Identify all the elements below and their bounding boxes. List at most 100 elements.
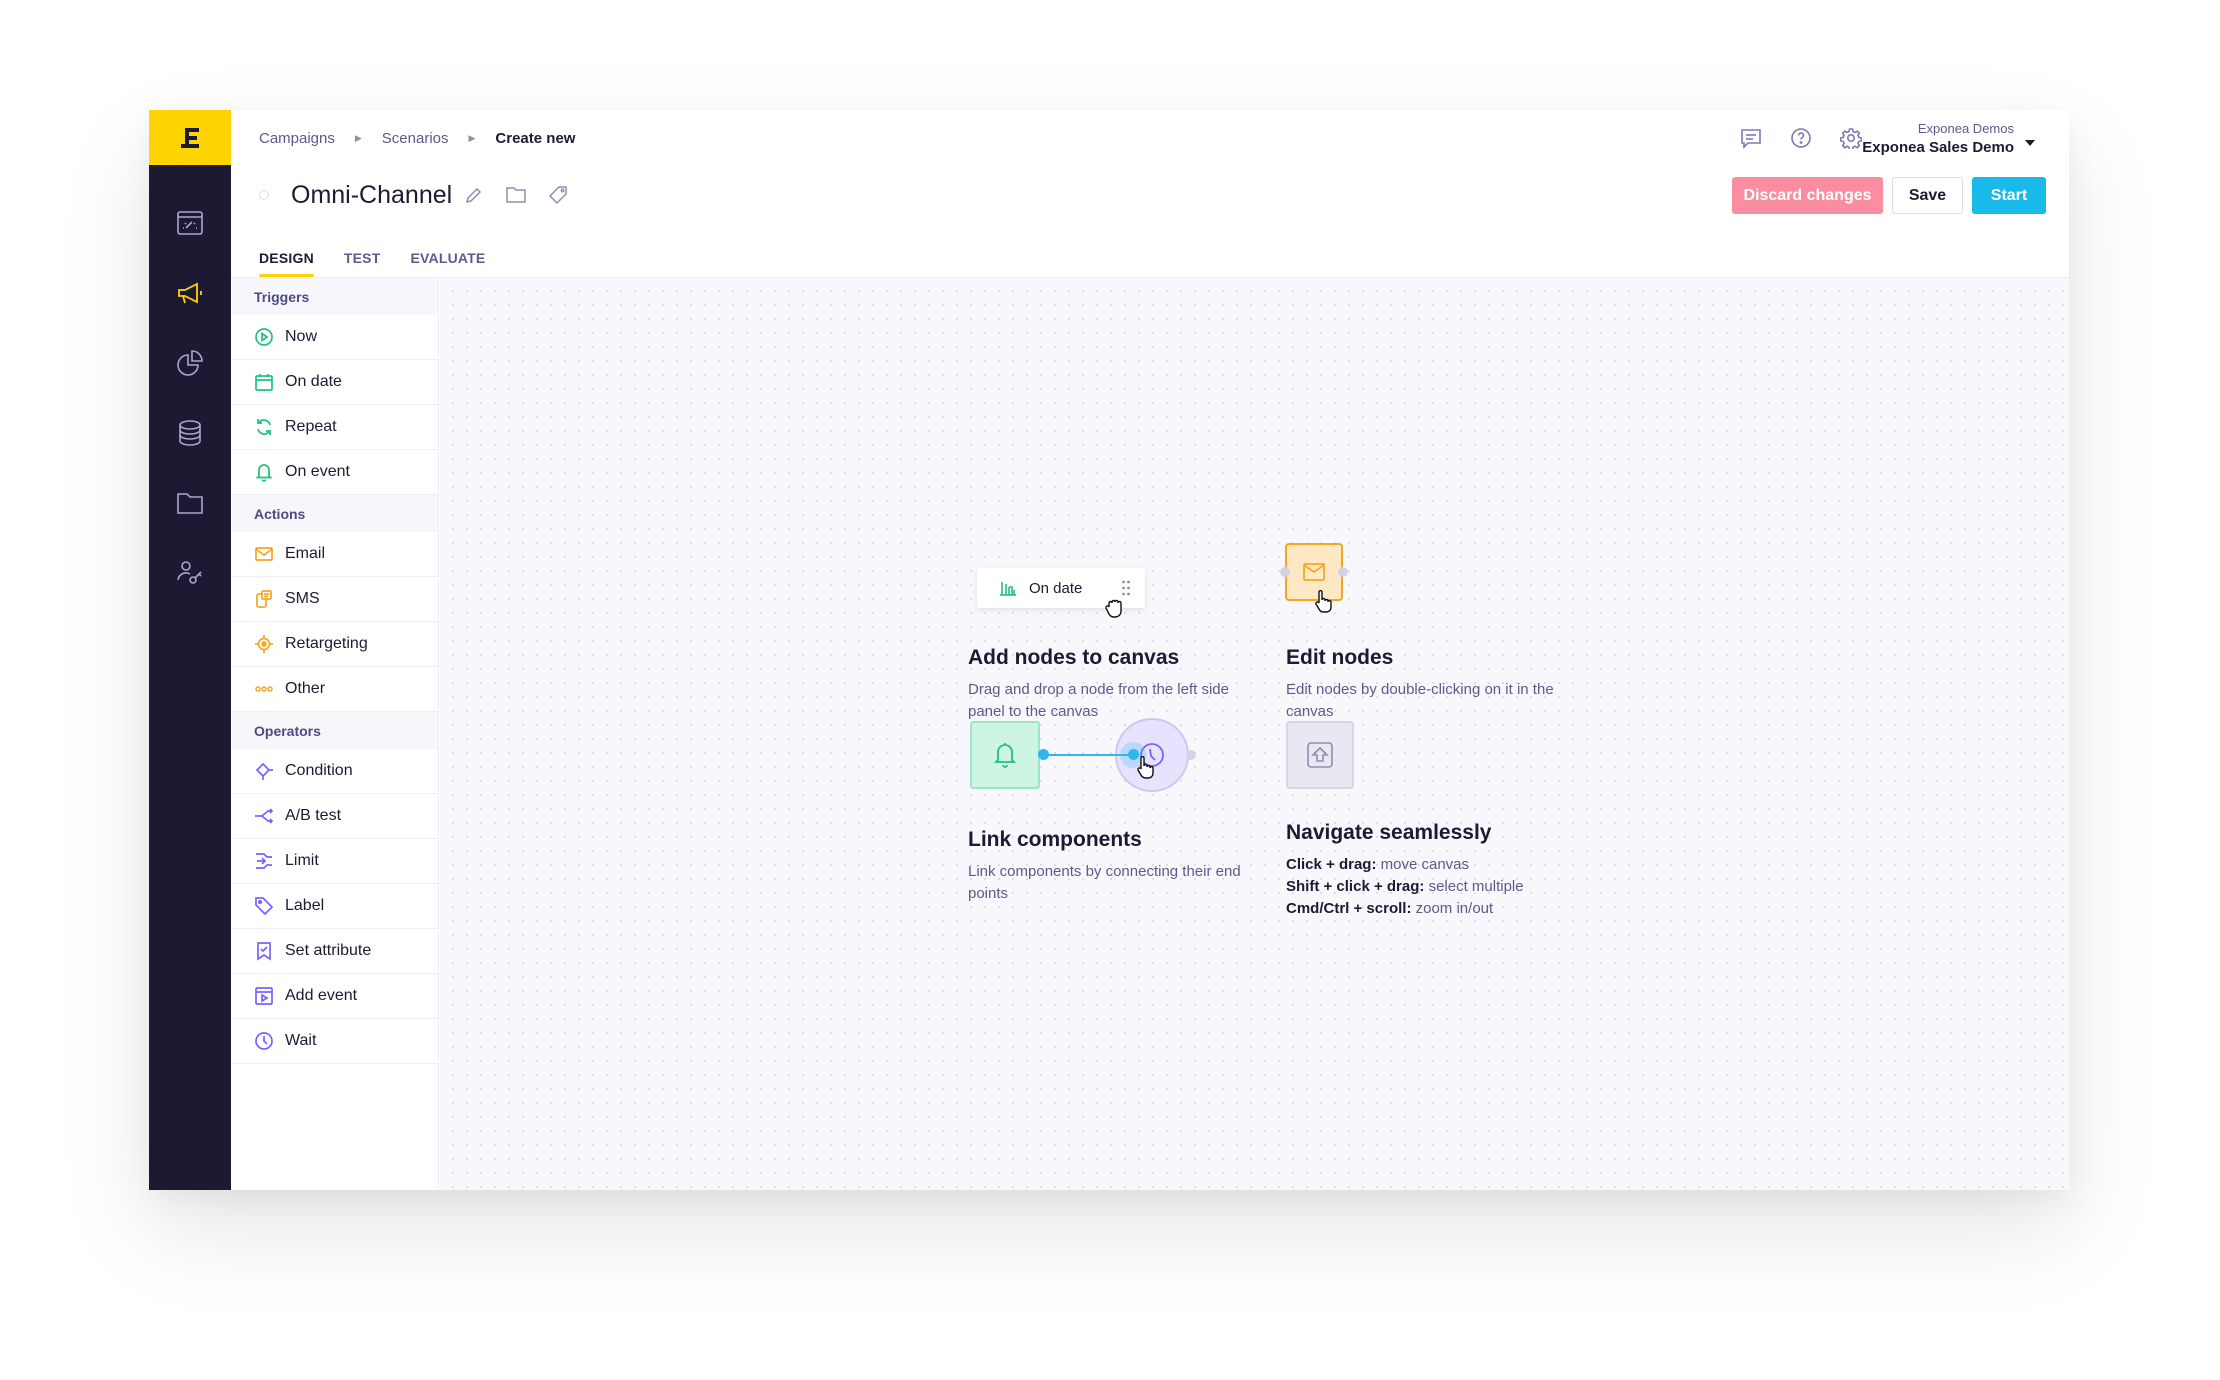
breadcrumb-scenarios[interactable]: Scenarios: [382, 130, 449, 147]
shortcut-action: zoom in/out: [1415, 900, 1494, 917]
node-item-label: Label: [285, 897, 325, 914]
account-project: Exponea Sales Demo: [1862, 139, 2014, 156]
node-item-label: Condition: [285, 762, 353, 779]
target-icon: [255, 635, 273, 653]
bell-icon: [255, 464, 273, 482]
node-item-set-attribute[interactable]: Set attribute: [232, 929, 438, 974]
add-tag-button[interactable]: [546, 183, 570, 207]
tip-title: Link components: [968, 828, 1142, 851]
pencil-icon: [466, 187, 482, 204]
node-panel: Triggers Now On date Repeat On event Act…: [232, 278, 439, 1190]
caret-down-icon: [2025, 140, 2035, 146]
save-button[interactable]: Save: [1892, 177, 1963, 214]
node-port-out: [1186, 750, 1196, 760]
node-item-email[interactable]: Email: [232, 532, 438, 577]
tip-edit-nodes: Edit nodes Edit nodes by double-clicking…: [1286, 646, 1576, 723]
node-item-repeat[interactable]: Repeat: [232, 405, 438, 450]
sms-icon: [256, 590, 272, 608]
shortcut-line: Cmd/Ctrl + scroll: zoom in/out: [1286, 898, 1606, 920]
logo[interactable]: [149, 110, 231, 165]
node-item-label: Email: [285, 545, 326, 562]
help-button[interactable]: [1789, 126, 1813, 150]
tab-design[interactable]: DESIGN: [259, 250, 314, 277]
shortcut-key: Shift + click + drag:: [1286, 878, 1425, 895]
action-buttons: Discard changes Save Start: [1732, 177, 2046, 214]
email-icon: [1303, 563, 1325, 581]
dashboard-icon: [177, 211, 203, 235]
node-item-now[interactable]: Now: [232, 315, 438, 360]
node-item-limit[interactable]: Limit: [232, 839, 438, 884]
tag-icon: [255, 897, 274, 916]
node-item-label: A/B test: [285, 807, 342, 824]
folder-icon: [177, 493, 203, 514]
rail-item-assets[interactable]: [149, 483, 231, 523]
example-event-node: [970, 721, 1040, 789]
move-folder-button[interactable]: [504, 183, 528, 207]
user-key-icon: [177, 561, 202, 584]
node-item-retargeting[interactable]: Retargeting: [232, 622, 438, 667]
database-icon: [179, 420, 201, 446]
tip-navigate: Navigate seamlessly Click + drag: move c…: [1286, 821, 1606, 920]
example-node-label: On date: [1029, 579, 1083, 597]
account-switcher[interactable]: Exponea Demos Exponea Sales Demo: [1862, 120, 2038, 158]
node-item-ab-test[interactable]: A/B test: [232, 794, 438, 839]
pie-chart-icon: [177, 350, 203, 376]
rail-item-campaigns[interactable]: [149, 273, 231, 313]
node-item-label-node[interactable]: Label: [232, 884, 438, 929]
move-icon: [1307, 742, 1333, 768]
node-item-label: Add event: [285, 987, 358, 1004]
node-item-label: On event: [285, 463, 350, 480]
node-item-wait[interactable]: Wait: [232, 1019, 438, 1064]
rail-item-access[interactable]: [149, 553, 231, 593]
pointer-cursor-icon: [1315, 590, 1332, 613]
tip-title: Navigate seamlessly: [1286, 821, 1492, 844]
feedback-button[interactable]: [1739, 126, 1763, 150]
tab-test[interactable]: TEST: [344, 250, 381, 277]
split-icon: [255, 808, 274, 824]
node-item-other[interactable]: Other: [232, 667, 438, 712]
shortcut-key: Cmd/Ctrl + scroll:: [1286, 900, 1412, 917]
node-item-sms[interactable]: SMS: [232, 577, 438, 622]
start-button[interactable]: Start: [1972, 177, 2046, 214]
breadcrumb-separator-icon: ▶: [468, 132, 476, 143]
pointer-cursor-icon: [1137, 756, 1154, 779]
node-item-on-date[interactable]: On date: [232, 360, 438, 405]
settings-button[interactable]: [1839, 126, 1863, 150]
scenario-title[interactable]: Omni-Channel: [291, 181, 452, 210]
node-item-label: Other: [285, 680, 326, 697]
status-indicator-icon: [259, 190, 269, 200]
email-icon: [255, 547, 273, 561]
node-item-add-event[interactable]: Add event: [232, 974, 438, 1019]
grab-cursor-icon: [1105, 599, 1122, 618]
drag-handle-icon: [1122, 580, 1130, 596]
account-org: Exponea Demos: [1917, 121, 2014, 136]
tip-text: Drag and drop a node from the left side …: [968, 681, 1229, 720]
rail-item-analytics[interactable]: [149, 343, 231, 383]
example-navigate-node: [1286, 721, 1354, 789]
discard-changes-button[interactable]: Discard changes: [1732, 177, 1883, 214]
shortcut-action: select multiple: [1428, 878, 1524, 895]
play-circle-icon: [255, 328, 273, 346]
scenario-canvas[interactable]: On date Add nodes to canvas Drag and dro…: [440, 278, 2069, 1190]
node-port-out: [1338, 567, 1348, 577]
bell-icon: [993, 743, 1017, 768]
node-item-label: Repeat: [285, 418, 337, 435]
shortcut-line: Shift + click + drag: select multiple: [1286, 876, 1606, 898]
node-item-on-event[interactable]: On event: [232, 450, 438, 495]
edit-title-button[interactable]: [462, 183, 486, 207]
node-item-condition[interactable]: Condition: [232, 749, 438, 794]
top-icons: [1739, 126, 1863, 150]
bar-chart-icon: [1000, 582, 1016, 596]
help-icon: [1791, 128, 1811, 148]
rail-item-data[interactable]: [149, 413, 231, 453]
tag-icon: [549, 186, 567, 205]
node-item-label: Wait: [285, 1032, 317, 1049]
section-header-triggers: Triggers: [232, 278, 438, 315]
clock-icon: [255, 1032, 273, 1050]
breadcrumb-campaigns[interactable]: Campaigns: [259, 130, 335, 147]
tab-evaluate[interactable]: EVALUATE: [410, 250, 485, 277]
breadcrumb: Campaigns ▶ Scenarios ▶ Create new: [259, 128, 575, 148]
breadcrumb-separator-icon: ▶: [354, 132, 362, 143]
rail-item-dashboard[interactable]: [149, 203, 231, 243]
node-item-label: Set attribute: [285, 942, 372, 959]
